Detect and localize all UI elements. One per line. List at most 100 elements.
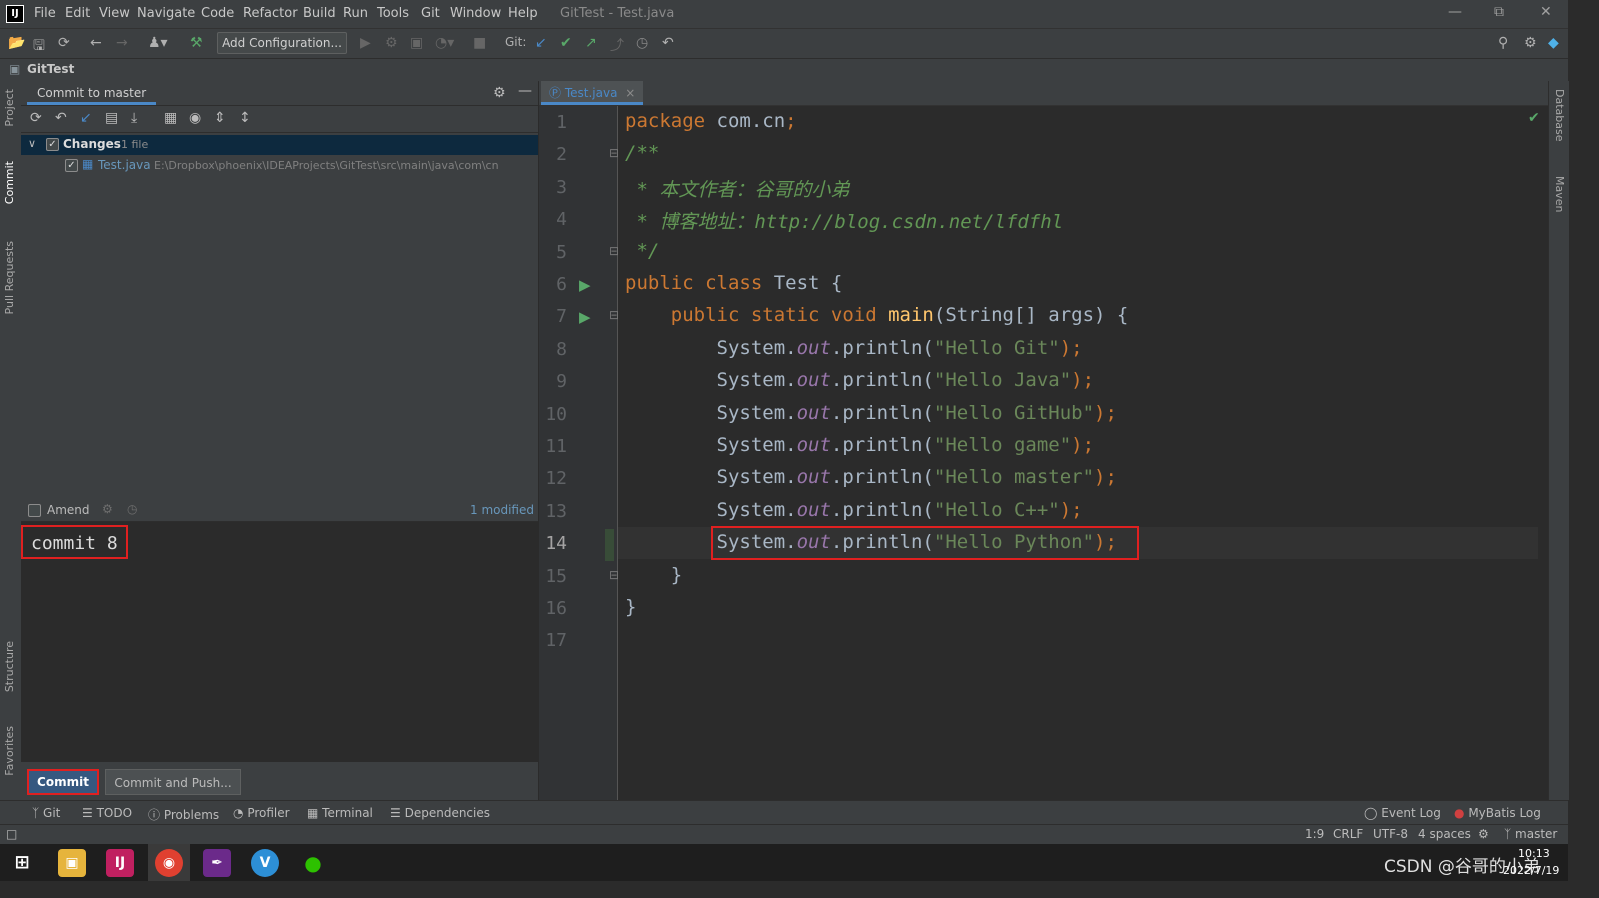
tab-database[interactable]: Database [1553,89,1566,142]
commit-and-push-button[interactable]: Commit and Push... [105,769,241,795]
tab-project[interactable]: Project [3,89,16,127]
git-update-icon[interactable]: ↙ [535,35,547,51]
tab-commit[interactable]: Commit [3,161,16,204]
toolwindow-git[interactable]: ᛉ Git [32,806,60,820]
code-line[interactable]: * 本文作者：谷哥的小弟 [625,175,849,202]
settings-gear-icon[interactable]: ⚙ [1524,35,1537,51]
commit-options-gear-icon[interactable]: ⚙ [102,502,113,516]
menu-run[interactable]: Run [343,6,368,21]
toolwindow-mybatis-log[interactable]: ● MyBatis Log [1454,806,1541,820]
toolwindow-dependencies[interactable]: ☰ Dependencies [390,806,490,820]
sync-icon[interactable]: ⟳ [58,35,70,51]
code-line[interactable]: System.out.println("Hello Java"); [625,369,1095,391]
menu-help[interactable]: Help [508,6,538,21]
vcs-lock-icon[interactable]: ⚙ [1478,827,1489,841]
run-gutter-icon[interactable]: ▶ [579,276,591,294]
commit-button[interactable]: Commit [27,769,99,795]
amend-label[interactable]: Amend [47,503,90,517]
shelve-icon[interactable]: ⤓ [131,110,137,126]
panel-toggle-icon[interactable]: □ [6,827,17,841]
code-line[interactable]: * 博客地址：http://blog.csdn.net/lfdfhl [625,207,1063,234]
view-options-eye-icon[interactable]: ◉ [189,110,201,126]
changes-checkbox[interactable]: ✓ [46,138,59,151]
windows-start-icon[interactable]: ⊞ [8,849,36,877]
code-line[interactable]: public class Test { [625,272,842,294]
build-hammer-icon[interactable]: ⚒ [190,35,203,51]
refresh-icon[interactable]: ⟳ [30,110,42,126]
amend-checkbox[interactable] [28,504,41,517]
code-line[interactable]: System.out.println("Hello Git"); [625,337,1083,359]
indent-setting[interactable]: 4 spaces [1418,827,1471,841]
caret-position[interactable]: 1:9 [1305,827,1324,841]
tab-close-icon[interactable]: × [625,86,635,100]
tab-maven[interactable]: Maven [1553,176,1566,212]
toolwindow-todo[interactable]: ☰ TODO [82,806,132,820]
user-dropdown-icon[interactable]: ♟▾ [148,35,168,51]
tab-favorites[interactable]: Favorites [3,726,16,776]
group-by-icon[interactable]: ▦ [164,110,177,126]
branch-widget[interactable]: ᛉ master [1504,827,1557,841]
coverage-icon[interactable]: ▣ [410,35,423,51]
collapse-all-icon[interactable]: ↕ [239,110,251,126]
vcs-change-marker[interactable] [605,529,614,562]
toolwindow-terminal[interactable]: ▦ Terminal [307,806,373,820]
run-gutter-icon[interactable]: ▶ [579,308,591,326]
menu-code[interactable]: Code [201,6,234,21]
toolwindow-event-log[interactable]: ◯ Event Log [1364,806,1441,820]
profile-icon[interactable]: ◔▾ [435,35,454,51]
rollback-icon[interactable]: ↶ [55,110,67,126]
file-row[interactable]: ✓ ▦ Test.java E:\Dropbox\phoenix\IDEAPro… [21,156,538,176]
tab-commit-to-master[interactable]: Commit to master [27,81,157,105]
jetbrains-toolbox-icon[interactable]: ◆ [1548,35,1559,51]
expand-all-icon[interactable]: ⇕ [214,110,226,126]
file-explorer-icon[interactable]: ▣ [58,849,86,877]
changes-group-row[interactable]: ∨ ✓ Changes 1 file [21,135,538,155]
add-configuration-button[interactable]: Add Configuration... [217,32,347,54]
clock-time[interactable]: 10:13 [1518,847,1550,860]
debug-icon[interactable]: ⚙ [385,35,398,51]
toolwindow-problems[interactable]: ⓘ Problems [148,806,219,823]
tab-test-java[interactable]: Ⓟ Test.java × [541,81,644,105]
stop-icon[interactable]: ■ [473,35,486,51]
menu-edit[interactable]: Edit [65,6,90,21]
open-folder-icon[interactable]: 📂 [8,35,25,51]
menu-tools[interactable]: Tools [377,6,409,21]
chevron-down-icon[interactable]: ∨ [28,137,36,150]
breadcrumb-project[interactable]: GitTest [27,62,74,76]
commit-message-area[interactable]: commit 8 [21,522,538,762]
update-icon[interactable]: ↙ [80,110,92,126]
panel-settings-icon[interactable]: ⚙ [493,85,506,101]
code-line[interactable]: System.out.println("Hello game"); [625,434,1095,456]
code-line[interactable]: System.out.println("Hello Python"); [625,531,1117,553]
forward-arrow-icon[interactable]: → [116,35,128,51]
code-editor[interactable]: ✔ package com.cn; /** * 本文作者：谷哥的小弟 * 博客地址… [618,106,1540,800]
menu-git[interactable]: Git [421,6,440,21]
v-app-icon[interactable]: V [251,849,279,877]
intellij-taskbar-icon[interactable]: IJ [106,849,134,877]
code-line[interactable]: package com.cn; [625,110,797,132]
restore-icon[interactable]: ⧉ [1494,4,1504,20]
menu-file[interactable]: File [34,6,56,21]
modified-link[interactable]: 1 modified [470,503,534,517]
menu-window[interactable]: Window [450,6,501,21]
menu-navigate[interactable]: Navigate [137,6,195,21]
code-line[interactable]: System.out.println("Hello GitHub"); [625,402,1117,424]
code-line[interactable]: System.out.println("Hello master"); [625,466,1117,488]
git-rollback-icon[interactable]: ↶ [662,35,674,51]
pen-app-icon[interactable]: ✒ [203,849,231,877]
commit-history-clock-icon[interactable]: ◷ [127,502,137,516]
tab-structure[interactable]: Structure [3,641,16,692]
file-checkbox[interactable]: ✓ [65,159,78,172]
code-line[interactable]: */ [625,240,659,262]
clock-date[interactable]: 2022/7/19 [1503,864,1559,877]
panel-hide-icon[interactable]: — [518,83,532,99]
wechat-icon[interactable]: ● [299,849,327,877]
menu-view[interactable]: View [99,6,130,21]
git-history-icon[interactable]: ◷ [636,35,648,51]
menu-build[interactable]: Build [303,6,336,21]
commit-message-text[interactable]: commit 8 [21,525,128,559]
chrome-icon[interactable]: ◉ [155,849,183,877]
toolwindow-profiler[interactable]: ◔ Profiler [233,806,290,820]
code-line[interactable]: System.out.println("Hello C++"); [625,499,1083,521]
tab-pull-requests[interactable]: Pull Requests [3,241,16,314]
